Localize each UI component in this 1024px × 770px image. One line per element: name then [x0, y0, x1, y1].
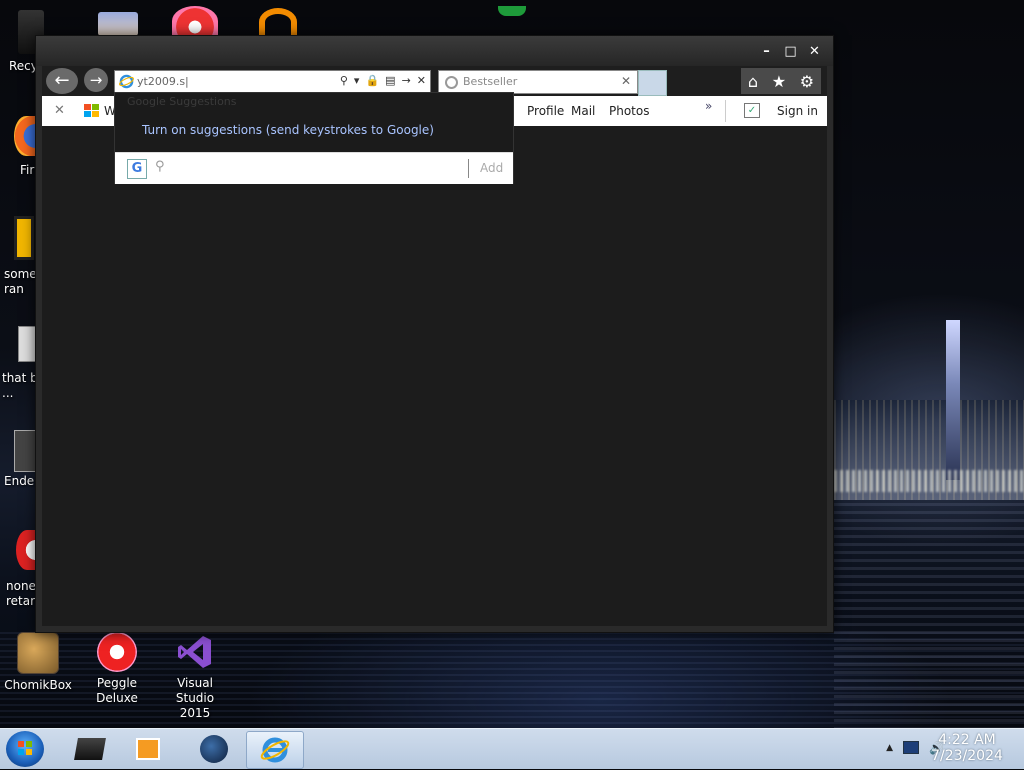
desktop-icon-label: Recy [9, 59, 38, 73]
page-content-area[interactable] [42, 126, 827, 626]
favorites-overflow-chevron-icon[interactable]: » [705, 99, 712, 113]
maximize-button[interactable]: □ [784, 45, 797, 58]
close-toolbar-icon[interactable]: ✕ [54, 103, 65, 118]
taskbar-app-black-box[interactable] [62, 731, 118, 767]
wallpaper-city-lights [834, 470, 1024, 492]
desktop-icon-clipboard[interactable] [18, 326, 36, 362]
wallpaper-empire-state [946, 320, 960, 480]
start-button[interactable] [6, 731, 44, 767]
add-provider-button[interactable]: Add [480, 161, 503, 175]
taskbar-app-internet-explorer[interactable] [246, 731, 304, 769]
internet-explorer-icon [260, 737, 290, 763]
new-tab-button[interactable] [638, 70, 667, 96]
provider-divider [468, 159, 469, 178]
windows-logo-icon [84, 104, 99, 117]
favorites-divider [725, 100, 726, 122]
show-hidden-icons-button[interactable]: ▲ [886, 741, 893, 755]
desktop-icon-label: that b ... [2, 371, 38, 400]
black-box-icon [74, 738, 106, 760]
desktop-icon-label: ChomikBox [4, 678, 72, 692]
close-button[interactable]: ✕ [808, 45, 821, 58]
dropdown-arrow-icon[interactable]: ▾ [354, 74, 360, 87]
network-icon[interactable] [903, 741, 920, 754]
ie-page-icon [119, 74, 134, 89]
back-button[interactable]: ← [46, 68, 78, 94]
google-provider-icon[interactable]: G [127, 159, 147, 179]
desktop-icon-peggle-deluxe[interactable]: Peggle Deluxe [82, 632, 152, 706]
desktop-icon-label: Peggle Deluxe [96, 676, 138, 705]
tab-bestseller[interactable]: Bestseller ✕ [438, 70, 638, 94]
toolbar-right: ⌂ ★ ⚙ [741, 68, 821, 94]
taskbar: ▲ 🔊 4:22 AM 7/23/2024 [0, 728, 1024, 769]
search-icon[interactable]: ⚲ [340, 74, 348, 87]
checkmark-icon: ✓ [744, 103, 760, 118]
peggle-icon [97, 632, 137, 672]
compatibility-view-icon[interactable]: ▤ [385, 74, 395, 87]
desktop-icon-label: Fir [20, 163, 35, 177]
loading-spinner-icon [445, 76, 458, 89]
desktop-icon-label: Ender [4, 474, 40, 488]
desktop-gadget-green [498, 6, 526, 16]
minimize-button[interactable]: – [760, 45, 773, 58]
clock-date: 7/23/2024 [931, 748, 1003, 764]
favorites-item-mail[interactable]: Mail [571, 104, 595, 118]
desktop-icon-label: Visual Studio 2015 [175, 676, 215, 720]
desktop-icon-label: some ran [4, 267, 37, 296]
search-provider-bar: G ⚲ Add [115, 152, 513, 184]
taskbar-app-media-player[interactable] [120, 731, 176, 767]
taskbar-app-globe[interactable] [186, 731, 242, 767]
globe-icon [200, 735, 228, 763]
search-provider-icon[interactable]: ⚲ [155, 159, 165, 174]
desktop-icon-peggle-partial[interactable] [172, 6, 218, 36]
desktop-icon-orange-partial[interactable] [259, 8, 297, 36]
media-player-icon [136, 738, 160, 760]
chomikbox-icon [17, 632, 59, 674]
favorites-item-photos[interactable]: Photos [609, 104, 649, 118]
visual-studio-icon [175, 632, 215, 672]
address-bar[interactable]: ⚲ ▾ 🔒 ▤ → ✕ [114, 70, 431, 94]
desktop-icon-visual-studio[interactable]: Visual Studio 2015 [160, 632, 230, 721]
desktop-icon-chomikbox[interactable]: ChomikBox [3, 632, 73, 693]
favorites-star-icon[interactable]: ★ [772, 72, 786, 91]
suggestions-header: Google Suggestions [127, 95, 237, 108]
desktop-icon-folder-yellow[interactable] [14, 216, 34, 260]
turn-on-suggestions-link[interactable]: Turn on suggestions (send keystrokes to … [142, 123, 434, 137]
wallpaper-reflection [834, 500, 1024, 730]
lock-icon: 🔒 [365, 74, 380, 87]
address-suggestions-dropdown: Google Suggestions Turn on suggestions (… [114, 92, 514, 184]
settings-gear-icon[interactable]: ⚙ [800, 72, 814, 91]
home-icon[interactable]: ⌂ [748, 72, 758, 91]
forward-button[interactable]: → [84, 68, 108, 92]
go-arrow-icon[interactable]: → [402, 74, 411, 87]
favorites-item-profile[interactable]: Profile [527, 104, 564, 118]
tab-close-icon[interactable]: ✕ [621, 74, 631, 88]
window-titlebar[interactable]: – □ ✕ [36, 36, 833, 66]
address-input[interactable] [137, 73, 322, 89]
sign-in-link[interactable]: Sign in [777, 104, 818, 118]
stop-icon[interactable]: ✕ [417, 74, 426, 87]
windows-orb-icon [18, 741, 32, 755]
taskbar-clock[interactable]: 4:22 AM 7/23/2024 [922, 732, 1012, 764]
tab-title: Bestseller [463, 75, 518, 88]
clock-time: 4:22 AM [938, 732, 996, 748]
desktop-icon-mail-partial[interactable] [98, 12, 138, 36]
